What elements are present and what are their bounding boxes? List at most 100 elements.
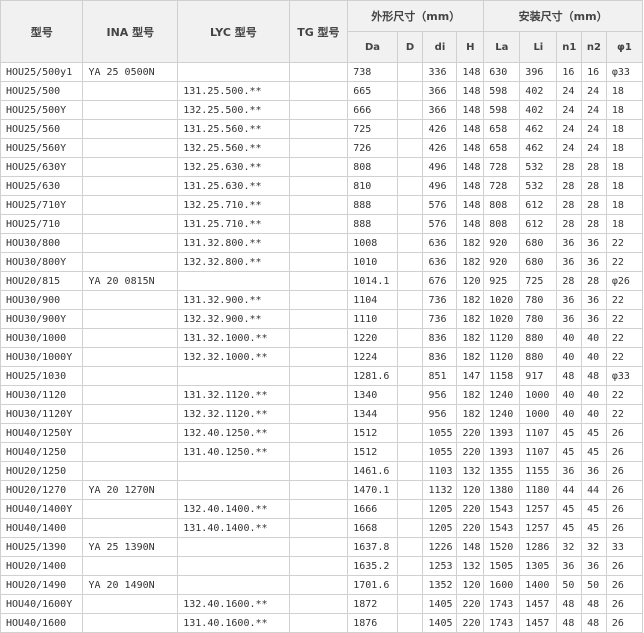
cell-n2: 24 <box>581 100 607 120</box>
cell-n1: 28 <box>556 176 583 196</box>
cell-d <box>396 442 424 462</box>
cell-lyc: 131.32.1000.** <box>177 328 290 348</box>
header-da: Da <box>347 31 398 63</box>
cell-d <box>396 138 424 158</box>
cell-n2: 45 <box>581 423 607 443</box>
cell-n1: 24 <box>556 119 583 139</box>
cell-n1: 24 <box>556 138 583 158</box>
cell-n2: 24 <box>581 119 607 139</box>
cell-lyc <box>177 537 290 557</box>
cell-da: 1512 <box>347 442 398 462</box>
cell-di: 576 <box>422 214 458 234</box>
cell-ina <box>82 252 179 272</box>
cell-phi1: 22 <box>605 252 644 272</box>
cell-phi1: 22 <box>605 328 644 348</box>
cell-tg <box>288 518 349 538</box>
cell-n2: 48 <box>581 613 607 633</box>
cell-lyc: 132.40.1600.** <box>177 594 290 614</box>
cell-ina <box>82 195 179 215</box>
cell-phi1: 18 <box>605 176 644 196</box>
cell-di: 836 <box>422 328 458 348</box>
cell-d <box>396 423 424 443</box>
table-row: HOU20/1270 YA 20 1270N 1470.1 1132 120 1380 11… <box>0 480 644 500</box>
cell-h: 148 <box>456 119 485 139</box>
cell-ina <box>82 328 179 348</box>
cell-tg <box>288 271 349 291</box>
cell-model: HOU20/1250 <box>0 461 84 481</box>
cell-li: 680 <box>519 252 558 272</box>
cell-lyc: 132.25.500.** <box>177 100 290 120</box>
cell-h: 182 <box>456 404 485 424</box>
cell-tg <box>288 252 349 272</box>
cell-la: 658 <box>483 119 521 139</box>
cell-lyc <box>177 271 290 291</box>
cell-n2: 36 <box>581 556 607 576</box>
cell-n2: 36 <box>581 309 607 329</box>
cell-tg <box>288 499 349 519</box>
cell-di: 676 <box>422 271 458 291</box>
cell-di: 426 <box>422 138 458 158</box>
cell-phi1: 22 <box>605 233 644 253</box>
cell-model: HOU40/1600 <box>0 613 84 633</box>
cell-la: 1020 <box>483 290 521 310</box>
cell-li: 402 <box>519 81 558 101</box>
cell-h: 120 <box>456 480 485 500</box>
cell-la: 920 <box>483 233 521 253</box>
header-lyc-model: LYC 型号 <box>177 0 290 63</box>
cell-di: 636 <box>422 252 458 272</box>
table-body: HOU25/500y1 YA 25 0500N 738 336 148 630 396 16 1… <box>0 62 644 633</box>
cell-ina: YA 25 1390N <box>82 537 179 557</box>
cell-la: 1600 <box>483 575 521 595</box>
cell-h: 182 <box>456 347 485 367</box>
cell-phi1: 26 <box>605 499 644 519</box>
cell-n1: 24 <box>556 81 583 101</box>
cell-model: HOU25/630Y <box>0 157 84 177</box>
cell-da: 1224 <box>347 347 398 367</box>
table-row: HOU30/1120 131.32.1120.** 1340 956 182 1240 10… <box>0 385 644 405</box>
header-h: H <box>456 31 485 63</box>
cell-d <box>396 385 424 405</box>
cell-h: 148 <box>456 195 485 215</box>
cell-n2: 36 <box>581 290 607 310</box>
cell-n2: 24 <box>581 81 607 101</box>
table-row: HOU25/710Y 132.25.710.** 888 576 148 808 612 28… <box>0 195 644 215</box>
cell-n2: 40 <box>581 385 607 405</box>
cell-da: 1220 <box>347 328 398 348</box>
cell-tg <box>288 195 349 215</box>
cell-h: 220 <box>456 594 485 614</box>
table-row: HOU30/800 131.32.800.** 1008 636 182 920 680 36… <box>0 233 644 253</box>
cell-ina <box>82 100 179 120</box>
cell-la: 1393 <box>483 442 521 462</box>
cell-phi1: 22 <box>605 309 644 329</box>
cell-ina <box>82 556 179 576</box>
cell-di: 496 <box>422 157 458 177</box>
cell-phi1: 26 <box>605 556 644 576</box>
table-row: HOU20/1400 1635.2 1253 132 1505 1305 36 36 26 <box>0 556 644 576</box>
cell-da: 1344 <box>347 404 398 424</box>
cell-lyc: 132.32.1120.** <box>177 404 290 424</box>
cell-tg <box>288 404 349 424</box>
cell-phi1: 18 <box>605 195 644 215</box>
cell-model: HOU30/1120Y <box>0 404 84 424</box>
cell-n1: 48 <box>556 613 583 633</box>
header-di: di <box>422 31 458 63</box>
cell-model: HOU25/1030 <box>0 366 84 386</box>
cell-model: HOU40/1400Y <box>0 499 84 519</box>
cell-d <box>396 81 424 101</box>
cell-li: 1305 <box>519 556 558 576</box>
cell-da: 1668 <box>347 518 398 538</box>
cell-n1: 28 <box>556 271 583 291</box>
cell-tg <box>288 176 349 196</box>
cell-li: 1257 <box>519 499 558 519</box>
cell-di: 636 <box>422 233 458 253</box>
cell-n2: 44 <box>581 480 607 500</box>
cell-li: 1107 <box>519 442 558 462</box>
cell-n1: 45 <box>556 518 583 538</box>
cell-ina <box>82 594 179 614</box>
cell-da: 1340 <box>347 385 398 405</box>
cell-d <box>396 366 424 386</box>
cell-d <box>396 594 424 614</box>
cell-li: 1457 <box>519 613 558 633</box>
cell-n2: 28 <box>581 157 607 177</box>
cell-d <box>396 461 424 481</box>
